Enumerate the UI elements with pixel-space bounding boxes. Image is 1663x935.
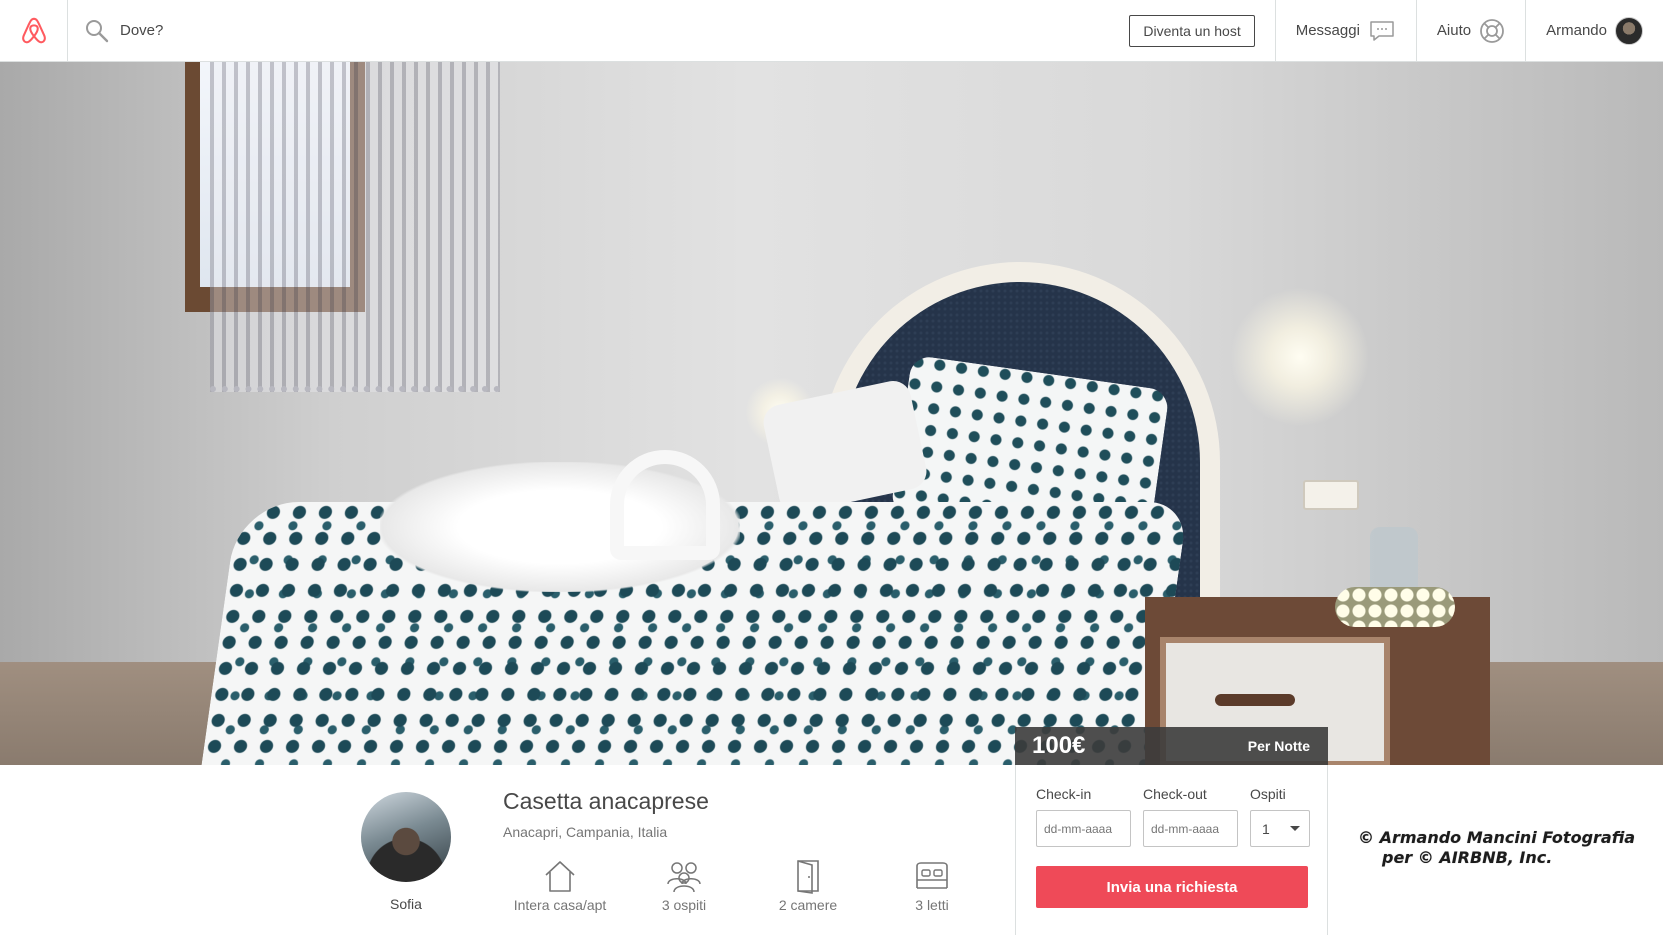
checkin-label: Check-in bbox=[1036, 786, 1092, 802]
booking-card: Check-in Check-out Ospiti 1 Invia una ri… bbox=[1015, 765, 1328, 935]
photo-credit-watermark: © Armando Mancini Fotografia per © AIRBN… bbox=[1358, 828, 1635, 868]
checkout-input[interactable] bbox=[1143, 810, 1238, 847]
bed-icon bbox=[916, 862, 948, 889]
feature-bedrooms-label: 2 camere bbox=[778, 897, 838, 913]
chat-bubble-icon bbox=[1370, 20, 1394, 41]
booking-fields: Check-in Check-out Ospiti 1 bbox=[1036, 786, 1310, 847]
top-nav-bar: Diventa un host Messaggi Aiuto Armando bbox=[0, 0, 1663, 62]
caret-down-icon bbox=[1290, 826, 1300, 831]
feature-beds-label: 3 letti bbox=[915, 897, 949, 913]
house-icon bbox=[545, 861, 575, 892]
photo-curtain bbox=[210, 62, 500, 392]
search-input[interactable] bbox=[120, 22, 420, 39]
photo-wall-lamp-right bbox=[1230, 287, 1370, 427]
feature-beds: 3 letti bbox=[872, 858, 992, 913]
listing-location[interactable]: Anacapri, Campania, Italia bbox=[503, 824, 667, 840]
logo-link[interactable] bbox=[0, 0, 68, 61]
photo-light-switch bbox=[1303, 480, 1359, 510]
nav-help-label: Aiuto bbox=[1436, 22, 1472, 39]
guests-group: Ospiti 1 bbox=[1250, 786, 1310, 847]
watermark-line-1: © Armando Mancini Fotografia bbox=[1358, 828, 1636, 847]
checkout-group: Check-out bbox=[1143, 786, 1238, 847]
listing-hero-photo[interactable] bbox=[0, 62, 1663, 765]
feature-room-type: Intera casa/apt bbox=[500, 858, 620, 913]
nav-help[interactable]: Aiuto bbox=[1417, 0, 1527, 61]
checkin-input[interactable] bbox=[1036, 810, 1131, 847]
request-booking-button[interactable]: Invia una richiesta bbox=[1036, 866, 1308, 908]
guests-icon bbox=[667, 862, 701, 893]
search-icon bbox=[86, 19, 109, 42]
lifebuoy-icon bbox=[1480, 18, 1505, 43]
user-name: Armando bbox=[1546, 22, 1607, 39]
feature-guests: 3 ospiti bbox=[624, 858, 744, 913]
door-icon bbox=[797, 860, 819, 894]
feature-guests-label: 3 ospiti bbox=[661, 897, 707, 913]
photo-drawer-handle bbox=[1215, 694, 1295, 706]
guests-select[interactable]: 1 bbox=[1250, 810, 1310, 847]
user-avatar bbox=[1615, 16, 1643, 45]
become-host-button[interactable]: Diventa un host bbox=[1129, 14, 1255, 47]
search-bar[interactable] bbox=[68, 0, 1129, 61]
become-host-wrap: Diventa un host bbox=[1129, 0, 1276, 61]
listing-title: Casetta anacaprese bbox=[503, 788, 709, 814]
photo-flowers bbox=[1335, 587, 1455, 627]
nav-user-menu[interactable]: Armando bbox=[1526, 0, 1663, 61]
guests-select-value: 1 bbox=[1262, 820, 1270, 837]
feature-room-type-label: Intera casa/apt bbox=[513, 897, 607, 913]
checkout-label: Check-out bbox=[1143, 786, 1207, 802]
feature-bedrooms: 2 camere bbox=[748, 858, 868, 913]
price-amount: 100€ bbox=[1032, 732, 1086, 759]
photo-towel-swans bbox=[610, 450, 720, 560]
price-unit: Per Notte bbox=[1247, 738, 1310, 754]
nav-messages[interactable]: Messaggi bbox=[1276, 0, 1417, 61]
host-name: Sofia bbox=[390, 896, 422, 912]
host-avatar[interactable] bbox=[361, 792, 451, 882]
airbnb-logo-icon bbox=[21, 17, 46, 43]
checkin-group: Check-in bbox=[1036, 786, 1131, 847]
price-bar: 100€ Per Notte bbox=[1015, 727, 1328, 765]
nav-messages-label: Messaggi bbox=[1295, 22, 1360, 39]
guests-label: Ospiti bbox=[1250, 786, 1286, 802]
watermark-line-2: per © AIRBNB, Inc. bbox=[1382, 848, 1553, 867]
